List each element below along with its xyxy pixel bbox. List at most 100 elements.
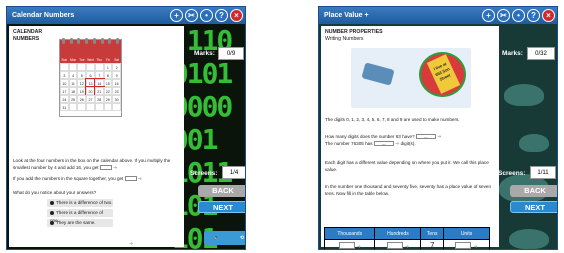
place-value-window: Place Value + + ✂ • ? × NUMBER PROPERTIE… (318, 6, 558, 250)
submit-arrow-icon[interactable]: ➜ (129, 241, 133, 247)
calendar-date-cell: 21 (93, 86, 105, 96)
calendar-date-cell: 29 (103, 95, 113, 103)
submit-arrow-icon[interactable]: ➜ (395, 141, 399, 147)
next-button[interactable]: NEXT (510, 201, 557, 213)
window-body: NUMBER PROPERTIES Writing Numbers I live… (319, 24, 557, 249)
answer-input-1[interactable] (99, 165, 112, 171)
window-titlebar: Place Value + + ✂ • ? × (319, 7, 557, 24)
units-cell: ➜ (443, 239, 490, 249)
window-title: Place Value + (324, 12, 369, 19)
question-3-text: What do you notice about your answers? (13, 190, 97, 195)
scissors-icon[interactable]: ✂ (497, 9, 510, 22)
hundreds-cell: ➜ (374, 239, 422, 249)
speaker-icon[interactable]: 🔈 (214, 235, 220, 241)
option-1[interactable]: There is a difference of two. (47, 199, 113, 207)
calendar-date-cell: 20 (85, 86, 96, 96)
calendar-date-cell (94, 63, 104, 71)
calendar-date-cell: 16 (112, 79, 121, 87)
option-3[interactable]: They are the same. (47, 219, 113, 227)
submit-arrow-icon[interactable]: ➜ (113, 165, 117, 171)
answer-input-2[interactable] (124, 176, 137, 182)
screens-label: Screens: (498, 170, 526, 177)
intro-text: The digits 0, 1, 2, 3, 4, 5, 6, 7, 8 and… (325, 117, 460, 122)
calendar-date-cell: 4 (68, 71, 78, 79)
calendar-date-cell: 17 (60, 87, 69, 95)
calendar-date-cell: 1 (103, 63, 113, 71)
marks-value: 0/9 (218, 47, 244, 60)
answer-options: There is a difference of two. There is a… (13, 197, 180, 227)
calendar-date-cell: 2 (112, 63, 121, 71)
calendar-date-cell: 19 (77, 87, 87, 95)
calendar-date-cell: 5 (77, 71, 87, 79)
units-input[interactable] (455, 242, 472, 249)
instruction-text: Look at the four numbers in the box on t… (13, 158, 171, 170)
calendar-grid: 1 2 3 4 5 6 7 8 9 10 11 12 13 14 15 16 17 18 19 20 21 22 23 24 2… (60, 63, 121, 111)
calendar-date-cell: 13 (85, 78, 96, 88)
calendar-date-cell (68, 103, 78, 111)
dots-icon[interactable]: • (512, 9, 525, 22)
replay-icon[interactable]: ⟲ (240, 235, 244, 241)
digit-count-select-1[interactable]: --- (415, 134, 436, 140)
back-button[interactable]: BACK (510, 185, 557, 197)
screens-value: 1/4 (222, 166, 245, 179)
audio-controls: 🔈 ⟲ (204, 231, 245, 245)
calendar-date-cell: 23 (112, 87, 121, 95)
illustration-image: I live at 653 Son Street (351, 48, 471, 108)
marks-label: Marks: (194, 50, 215, 57)
hundreds-input[interactable] (386, 242, 403, 249)
calendar-date-cell (68, 63, 78, 71)
calendar-date-cell (77, 103, 87, 111)
help-icon[interactable]: ? (527, 9, 540, 22)
plus-icon[interactable]: + (170, 9, 183, 22)
submit-arrow-icon[interactable]: ➜ (138, 176, 142, 182)
window-titlebar: Calendar Numbers + ✂ • ? × (7, 7, 245, 24)
option-2[interactable]: There is a difference of one. (47, 209, 113, 223)
table-instruction: In the number one thousand and seventy f… (325, 184, 491, 196)
dots-icon[interactable]: • (200, 9, 213, 22)
calendar-date-cell: 14 (93, 78, 105, 88)
scissors-icon[interactable]: ✂ (185, 9, 198, 22)
calendar-date-cell: 10 (60, 79, 69, 87)
back-button[interactable]: BACK (198, 185, 245, 197)
window-body: 110 0101 0000 1001 1011 101 101 CALENDAR… (7, 24, 245, 249)
marks-label: Marks: (502, 50, 523, 57)
calendar-date-cell: 26 (77, 95, 87, 103)
close-icon[interactable]: × (230, 9, 243, 22)
calendar-numbers-window: Calendar Numbers + ✂ • ? × 110 0101 0000… (6, 6, 246, 250)
question-1-text: How many digits does the number 63 have? (325, 134, 415, 139)
thousands-cell: ➜ (323, 239, 376, 249)
help-icon[interactable]: ? (215, 9, 228, 22)
plus-icon[interactable]: + (482, 9, 495, 22)
submit-arrow-icon[interactable]: ➜ (405, 244, 409, 249)
calendar-date-cell (112, 103, 121, 111)
calendar-date-cell (86, 63, 95, 71)
close-icon[interactable]: × (542, 9, 555, 22)
place-value-table: Thousands Hundreds Tens Units ➜ ➜ 7 ➜ (323, 227, 490, 249)
table-header: Hundreds (374, 227, 422, 240)
calendar-date-cell: 22 (103, 87, 113, 95)
page-title: NUMBER PROPERTIES (325, 29, 383, 35)
tens-cell: 7 (420, 239, 445, 249)
digit-count-select-2[interactable]: --- (373, 141, 394, 147)
table-header: Thousands (323, 227, 376, 240)
submit-arrow-icon[interactable]: ➜ (474, 244, 478, 249)
submit-arrow-icon[interactable]: ➜ (357, 244, 361, 249)
calendar-date-cell: 24 (60, 95, 69, 103)
calendar-date-cell: 25 (68, 95, 78, 103)
calendar-date-cell (60, 63, 69, 71)
lesson-content: CALENDAR NUMBERS Sun Mon Tue Wed Thu Fri Sat 1… (9, 26, 184, 247)
calendar-date-cell: 18 (68, 87, 78, 95)
calendar-date-cell (103, 103, 113, 111)
calendar-date-cell (94, 103, 104, 111)
mailbox-icon (361, 62, 395, 86)
calendar-image: Sun Mon Tue Wed Thu Fri Sat 1 2 3 4 5 6 7 8 9 10 11 12 13 1… (59, 38, 122, 117)
calendar-date-cell: 9 (112, 71, 121, 79)
lesson-content: NUMBER PROPERTIES Writing Numbers I live… (321, 26, 499, 249)
calendar-date-cell: 28 (94, 95, 104, 103)
next-button[interactable]: NEXT (198, 201, 245, 213)
thousands-input[interactable] (338, 242, 355, 249)
calendar-date-cell: 8 (103, 71, 113, 79)
marks-value: 0/32 (527, 47, 555, 60)
page-title: CALENDAR NUMBERS (13, 29, 43, 42)
place-value-explanation: Each digit has a different value dependi… (325, 160, 489, 172)
